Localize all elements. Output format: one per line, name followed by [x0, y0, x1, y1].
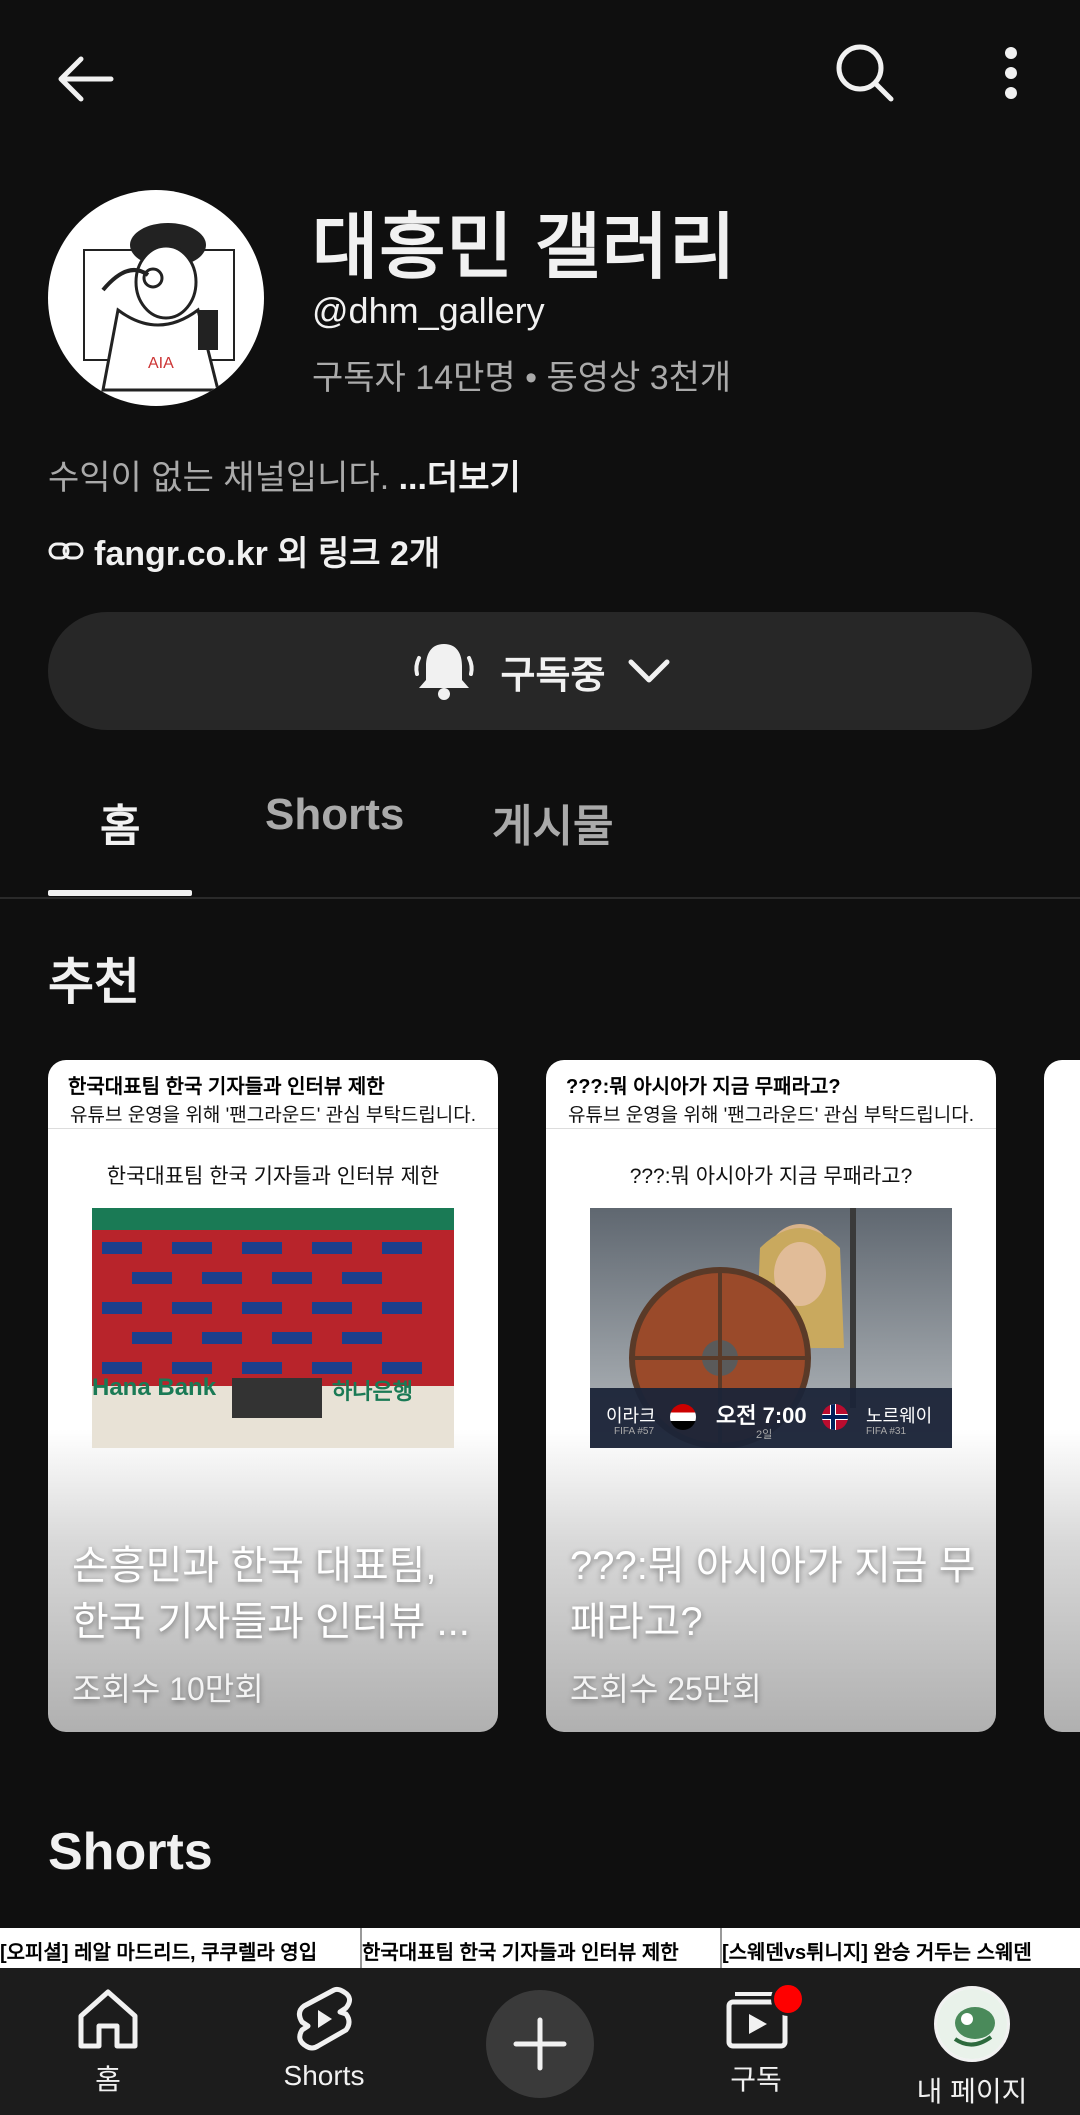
- divider: [720, 1928, 722, 1968]
- sponsor-banner-text: Hana Bank: [92, 1374, 217, 1401]
- divider: [546, 1128, 996, 1129]
- thumbnail-inner-title: 한국대표팀 한국 기자들과 인터뷰 제한: [106, 1165, 440, 1188]
- channel-name: 대흥민 갤러리: [312, 208, 737, 288]
- link-icon: [48, 542, 84, 559]
- avatar-illustration: AIA: [83, 223, 235, 392]
- nav-home-label: 홈: [95, 2064, 121, 2095]
- press-conference-image: [92, 1208, 454, 1448]
- active-tab-indicator: [48, 890, 192, 896]
- description-text: 수익이 없는 채널입니다.: [48, 459, 399, 497]
- video-thumbnail: Hana Bank 하나은행: [92, 1208, 454, 1448]
- profile-avatar: [934, 1986, 1010, 2062]
- short-title[interactable]: [오피셜] 레알 마드리드, 쿠쿠렐라 영입: [0, 1936, 317, 1965]
- sponsor-banner-text-ko: 하나은행: [332, 1379, 413, 1404]
- profile-avatar-image: [937, 1989, 1007, 2059]
- arrow-left-icon: [58, 56, 114, 102]
- subscribed-button[interactable]: 구독중: [48, 612, 1032, 730]
- video-card-partial[interactable]: [1044, 1060, 1080, 1732]
- section-title-recommended: 추천: [48, 954, 140, 1010]
- notification-dot: [771, 1982, 805, 2016]
- nav-you-label: 내 페이지: [916, 2076, 1028, 2107]
- video-thumbnail: 이라크 FIFA #57 오전 7:00 2일 노르웨이 FIFA #31: [590, 1208, 952, 1448]
- thumbnail-inner-title: ???:뭐 아시아가 지금 무패라고?: [629, 1165, 913, 1188]
- team2-name: 노르웨이: [866, 1406, 933, 1426]
- channel-avatar[interactable]: AIA: [48, 190, 264, 406]
- thumbnail-header-sub: 유튜브 운영을 위해 '팬그라운드' 관심 부탁드립니다.: [568, 1105, 975, 1126]
- tab-divider: [0, 897, 1080, 899]
- section-title-shorts: Shorts: [48, 1823, 213, 1881]
- search-button[interactable]: [820, 28, 910, 118]
- bottom-navigation: 홈 Shorts 구독 내 페이지: [0, 1968, 1080, 2115]
- team1-rank: FIFA #57: [614, 1426, 655, 1437]
- tab-posts[interactable]: 게시물: [492, 790, 613, 854]
- video-views: 조회수 10만회: [72, 1671, 264, 1707]
- svg-text:AIA: AIA: [148, 355, 174, 372]
- channel-description[interactable]: 수익이 없는 채널입니다. ...더보기: [48, 450, 521, 499]
- thumbnail-header-title: ???:뭐 아시아가 지금 무패라고?: [566, 1076, 841, 1098]
- shorts-shelf[interactable]: [오피셜] 레알 마드리드, 쿠쿠렐라 영입 한국대표팀 한국 기자들과 인터뷰…: [0, 1928, 1080, 1968]
- video-title: 손흥민과 한국 대표팀, 한국 기자들과 인터뷰 ...: [72, 1544, 470, 1644]
- nav-home[interactable]: 홈: [18, 1986, 198, 2098]
- more-options-button[interactable]: [966, 28, 1056, 118]
- nav-you[interactable]: 내 페이지: [882, 1986, 1062, 2110]
- plus-icon: [513, 2017, 567, 2071]
- tab-home[interactable]: 홈: [100, 790, 140, 854]
- divider: [48, 1128, 498, 1129]
- links-text: fangr.co.kr 외 링크 2개: [94, 535, 441, 573]
- short-title[interactable]: 한국대표팀 한국 기자들과 인터뷰 제한: [362, 1936, 679, 1965]
- more-vertical-icon: [1005, 47, 1017, 99]
- match-day: 2일: [756, 1429, 773, 1441]
- subscribe-label: 구독중: [500, 654, 606, 697]
- tab-shorts[interactable]: Shorts: [265, 790, 404, 840]
- bell-icon: [413, 644, 474, 700]
- video-card[interactable]: ???:뭐 아시아가 지금 무패라고? 유튜브 운영을 위해 '팬그라운드' 관…: [546, 1060, 996, 1732]
- video-title: ???:뭐 아시아가 지금 무패라고?: [570, 1544, 976, 1644]
- thumbnail-header-title: 한국대표팀 한국 기자들과 인터뷰 제한: [68, 1076, 385, 1098]
- channel-links[interactable]: fangr.co.kr 외 링크 2개: [48, 526, 440, 575]
- nav-subscriptions-label: 구독: [730, 2064, 782, 2095]
- chevron-down-icon: [628, 659, 670, 683]
- back-button[interactable]: [40, 34, 130, 124]
- more-link[interactable]: ...더보기: [399, 459, 521, 497]
- video-card[interactable]: 한국대표팀 한국 기자들과 인터뷰 제한 유튜브 운영을 위해 '팬그라운드' …: [48, 1060, 498, 1732]
- nav-shorts[interactable]: Shorts: [234, 1986, 414, 2092]
- home-icon: [78, 1989, 138, 2049]
- divider: [360, 1928, 362, 1968]
- thumbnail-header-sub: 유튜브 운영을 위해 '팬그라운드' 관심 부탁드립니다.: [70, 1105, 477, 1126]
- iraq-flag-icon: [670, 1404, 696, 1430]
- channel-stats: 구독자 14만명 • 동영상 3천개: [312, 359, 732, 397]
- shorts-icon: [296, 1986, 352, 2051]
- video-views: 조회수 25만회: [570, 1671, 762, 1707]
- nav-subscriptions[interactable]: 구독: [666, 1982, 846, 2098]
- team1-name: 이라크: [606, 1406, 656, 1426]
- team2-rank: FIFA #31: [866, 1426, 907, 1437]
- short-title[interactable]: [스웨덴vs튀니지] 완승 거두는 스웨덴: [722, 1936, 1032, 1965]
- norway-flag-icon: [822, 1404, 848, 1430]
- search-icon: [836, 44, 894, 102]
- create-button[interactable]: [486, 1990, 594, 2098]
- nav-shorts-label: Shorts: [283, 2060, 365, 2091]
- channel-handle: @dhm_gallery: [312, 290, 545, 331]
